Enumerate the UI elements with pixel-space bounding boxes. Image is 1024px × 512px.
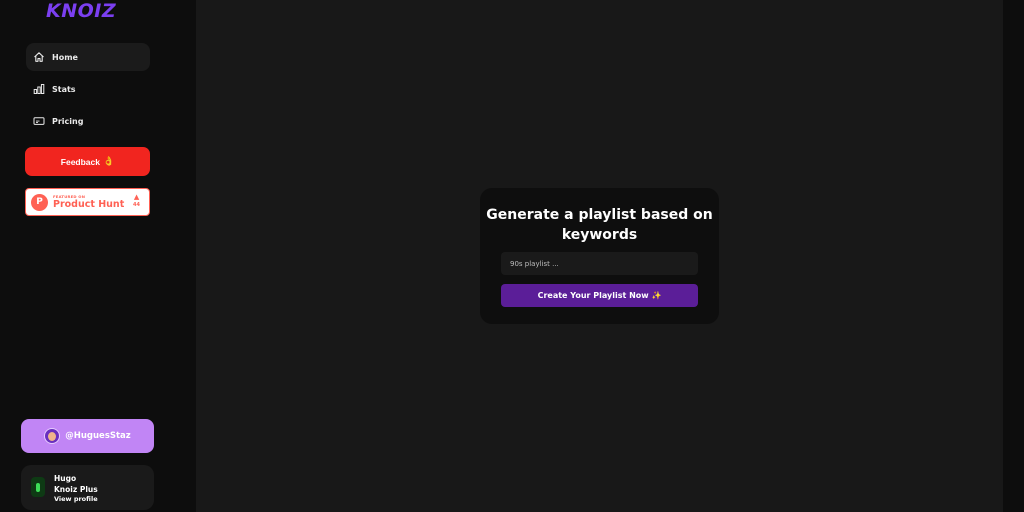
view-profile-link[interactable]: View profile (54, 495, 98, 503)
product-hunt-text: FEATURED ON Product Hunt (53, 194, 124, 210)
microphone-icon (31, 477, 45, 497)
product-hunt-badge[interactable]: P FEATURED ON Product Hunt ▲ 44 (25, 188, 150, 216)
sidebar-item-label: Pricing (52, 116, 84, 126)
profile-card[interactable]: Hugo Knoiz Plus View profile (21, 465, 154, 510)
ok-hand-icon: 👌 (103, 156, 115, 166)
product-hunt-icon: P (31, 193, 48, 211)
knoiz-logo[interactable]: KNOIZ (46, 0, 136, 24)
page-title: Generate a playlist based on keywords (486, 207, 713, 243)
bar-chart-icon (33, 84, 45, 94)
right-edge-panel (1003, 0, 1024, 512)
feedback-button[interactable]: Feedback 👌 (25, 147, 150, 176)
sidebar: KNOIZ Home Stats Pricing Feedback � (0, 0, 196, 512)
home-icon (34, 52, 44, 62)
upvote-icon: ▲ (133, 193, 140, 201)
app: KNOIZ Home Stats Pricing Feedback � (0, 0, 1024, 512)
product-hunt-name: Product Hunt (53, 199, 125, 210)
profile-name: Hugo (54, 474, 77, 483)
sidebar-item-home[interactable]: Home (26, 43, 150, 71)
sidebar-item-label: Home (52, 52, 78, 62)
user-handle-label: @HuguesStaz (65, 431, 131, 441)
playlist-generator-card: Generate a playlist based on keywords Cr… (480, 188, 719, 324)
keywords-input[interactable] (501, 252, 698, 275)
vote-count: 44 (133, 202, 140, 208)
sidebar-item-stats[interactable]: Stats (26, 75, 150, 103)
sidebar-item-pricing[interactable]: Pricing (26, 107, 150, 135)
feedback-label: Feedback (60, 156, 100, 167)
sidebar-item-label: Stats (52, 84, 76, 94)
ticket-icon (33, 117, 45, 125)
user-handle-button[interactable]: @HuguesStaz (21, 419, 154, 453)
avatar (44, 428, 61, 444)
profile-plan: Knoiz Plus (54, 485, 98, 494)
product-hunt-votes: ▲ 44 (133, 193, 140, 209)
create-playlist-button[interactable]: Create Your Playlist Now ✨ (501, 284, 698, 307)
